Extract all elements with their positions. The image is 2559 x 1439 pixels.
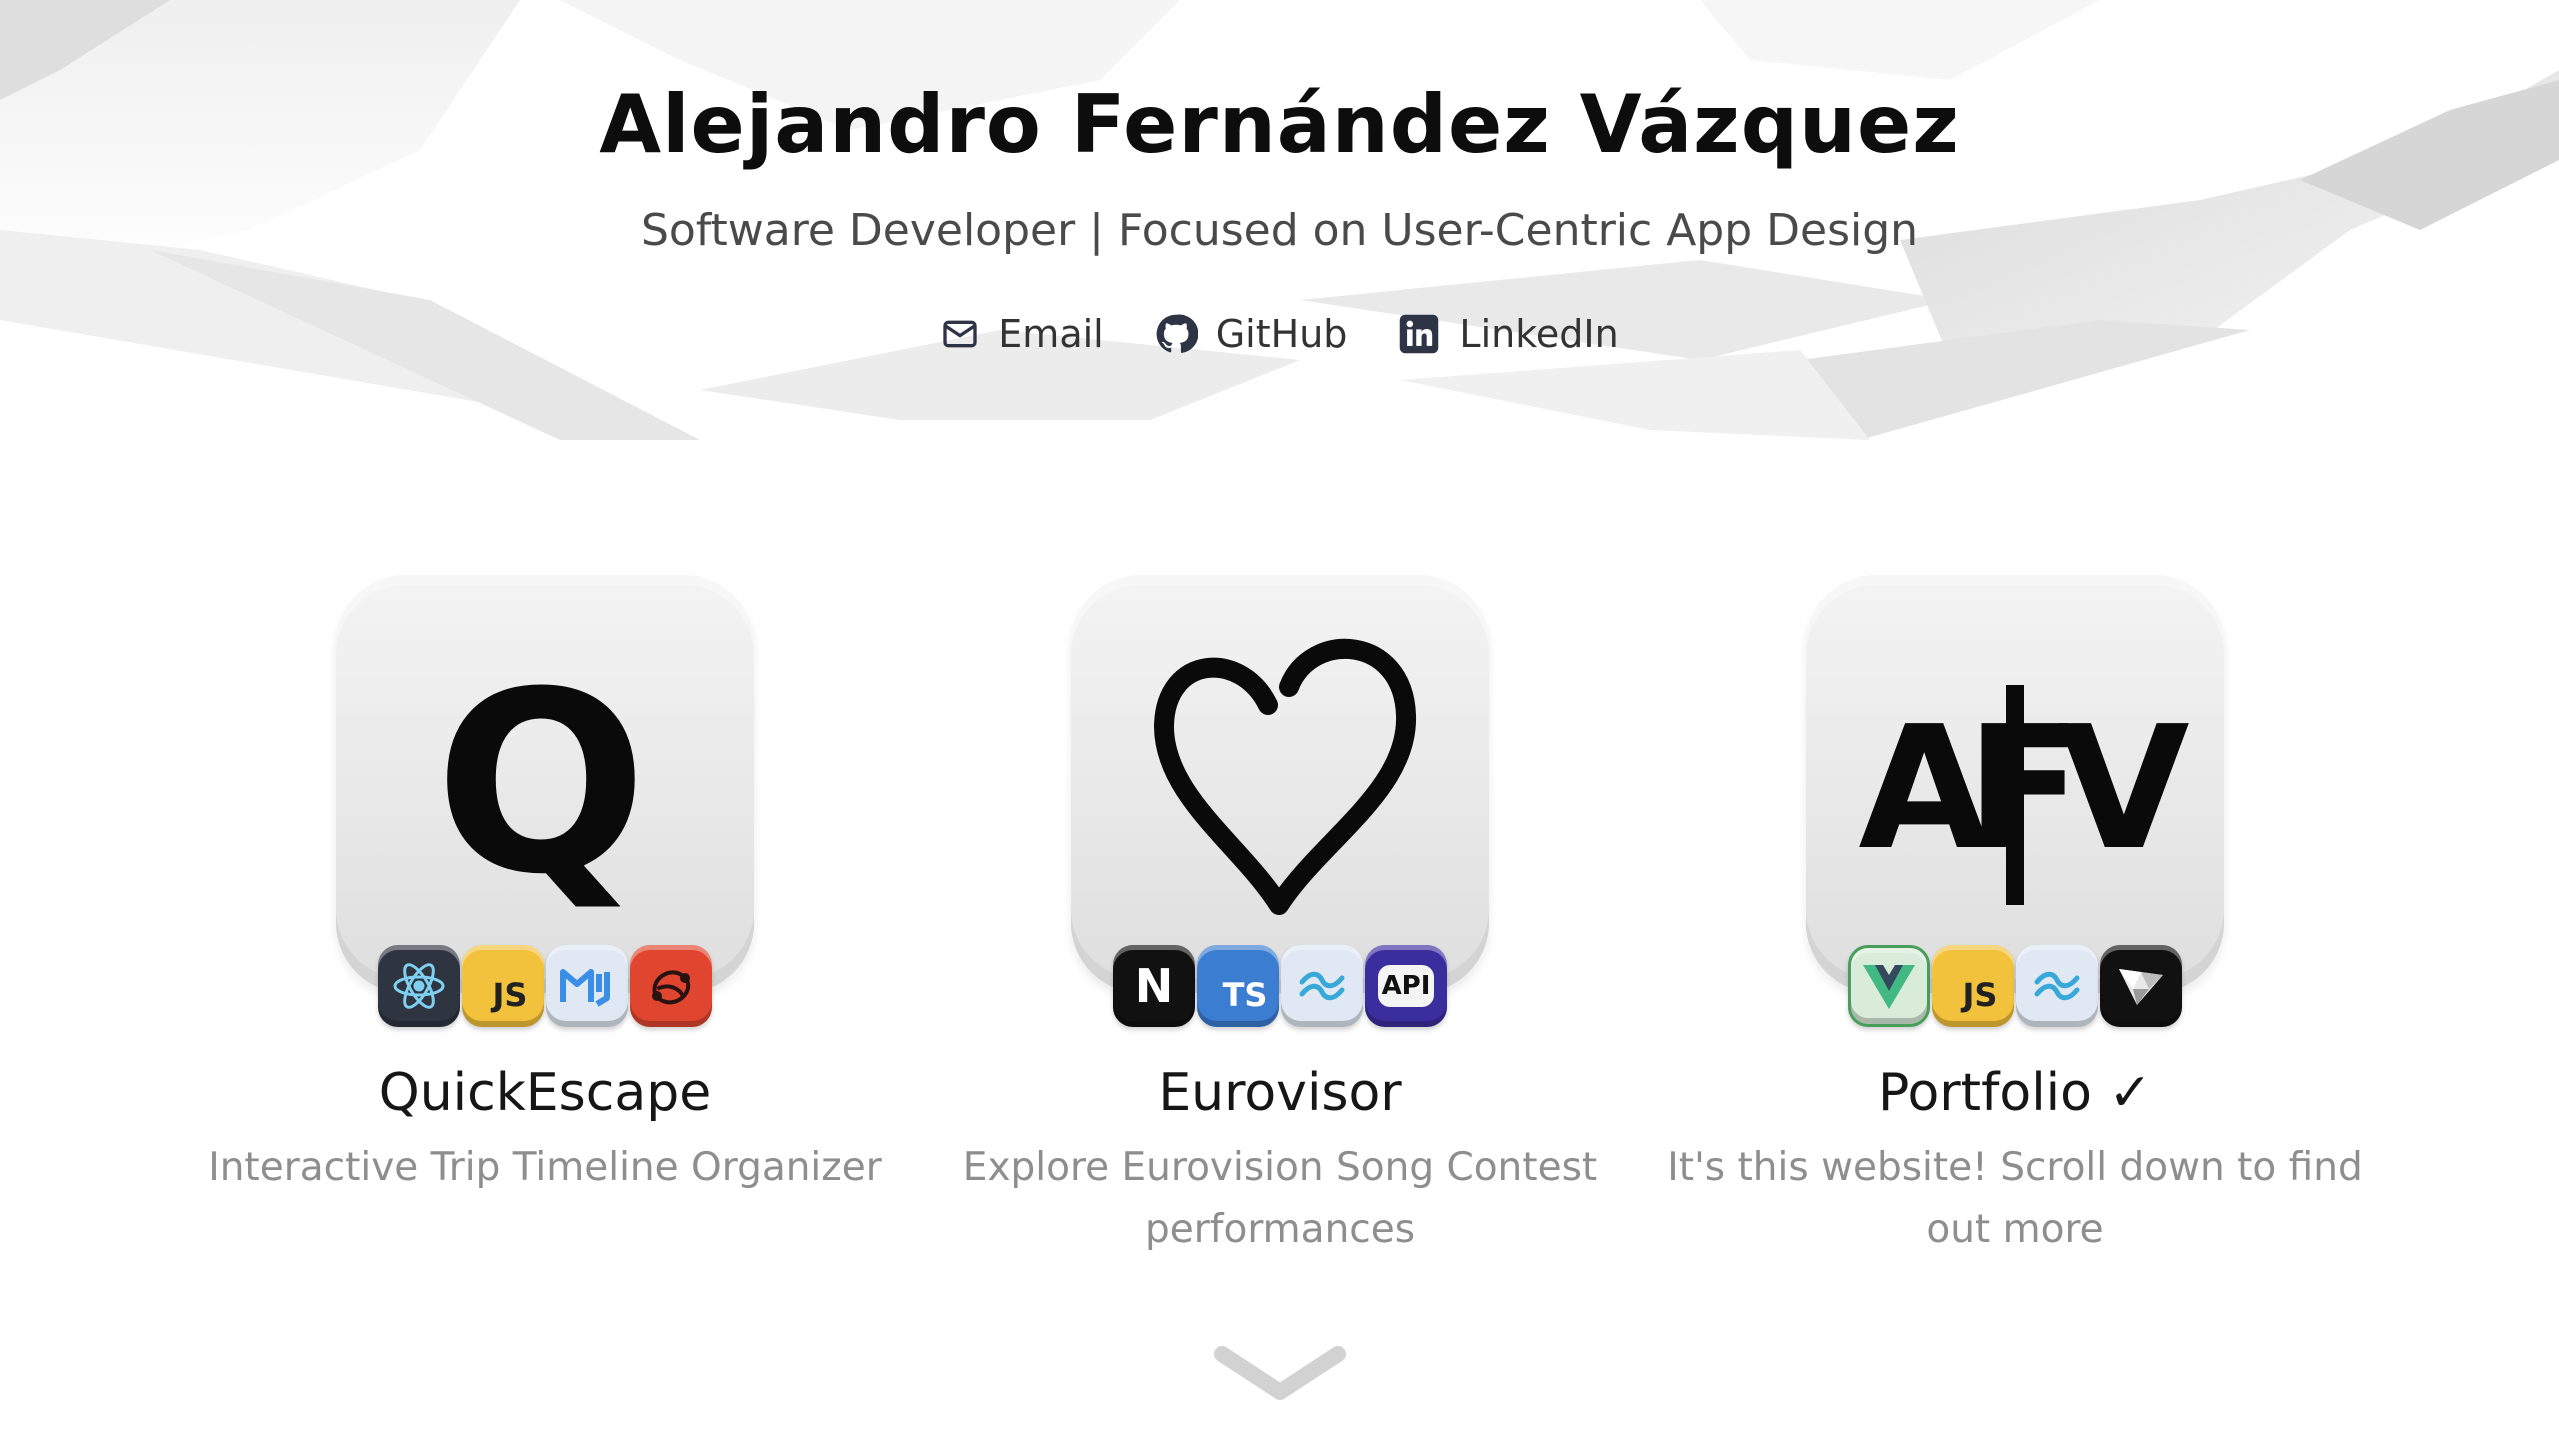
linkedin-link[interactable]: LinkedIn [1397,312,1619,356]
vue-icon [1848,945,1930,1027]
heart-icon [1153,638,1417,915]
project-card-quickescape[interactable]: Q JS QuickEscape Interactive Trip Timeli… [195,575,895,1199]
page-subtitle: Software Developer | Focused on User-Cen… [640,205,1919,256]
javascript-icon: JS [462,945,544,1027]
scroll-down-button[interactable] [1210,1340,1350,1410]
contact-links: Email GitHub LinkedIn [0,312,2559,356]
app-tile: N TS API [1071,575,1489,1027]
app-tile: Q JS [336,575,754,1027]
tech-badges: N TS API [1071,945,1489,1027]
github-link[interactable]: GitHub [1154,312,1348,356]
project-title: QuickEscape [378,1063,712,1123]
chevron-down-icon [1214,1346,1346,1400]
project-title: Eurovisor [1158,1063,1402,1123]
project-description: Interactive Trip Timeline Organizer [208,1145,882,1190]
github-icon [1154,312,1198,356]
project-title: Portfolio ✓ [1877,1063,2152,1123]
email-link-label: Email [998,312,1104,356]
page-title: Alejandro Fernández Vázquez [599,78,1960,171]
nextjs-icon: N [1113,945,1195,1027]
quickescape-logo-icon: Q [435,638,648,929]
tech-badges: JS [336,945,754,1027]
mui-icon [546,945,628,1027]
tech-badges: JS [1806,945,2224,1027]
github-link-label: GitHub [1215,312,1348,356]
afv-logo-icon: AFV [1858,685,2213,905]
projects-section: Q JS QuickEscape Interactive Trip Timeli… [0,575,2559,1295]
page: Alejandro Fernández Vázquez Software Dev… [0,0,2559,1439]
project-card-portfolio[interactable]: AFV JS Portfolio ✓ It's this website! Sc… [1665,575,2365,1261]
typescript-icon: TS [1197,945,1279,1027]
tailwind-icon [1281,945,1363,1027]
email-link[interactable]: Email [940,312,1104,356]
react-icon [378,945,460,1027]
project-description: Explore Eurovision Song Contest performa… [962,1145,1598,1252]
mail-icon [940,314,980,354]
redux-icon [630,945,712,1027]
project-card-eurovisor[interactable]: N TS API Eurovisor Explore Eurovision So… [930,575,1630,1261]
vite-icon [2100,945,2182,1027]
tailwind-icon [2016,945,2098,1027]
quickescape-logo-letter: Q [435,638,648,929]
linkedin-link-label: LinkedIn [1459,312,1619,356]
api-icon: API [1365,945,1447,1027]
linkedin-icon [1397,312,1441,356]
app-tile: AFV JS [1806,575,2224,1027]
project-description: It's this website! Scroll down to find o… [1667,1145,2363,1252]
javascript-icon: JS [1932,945,2014,1027]
